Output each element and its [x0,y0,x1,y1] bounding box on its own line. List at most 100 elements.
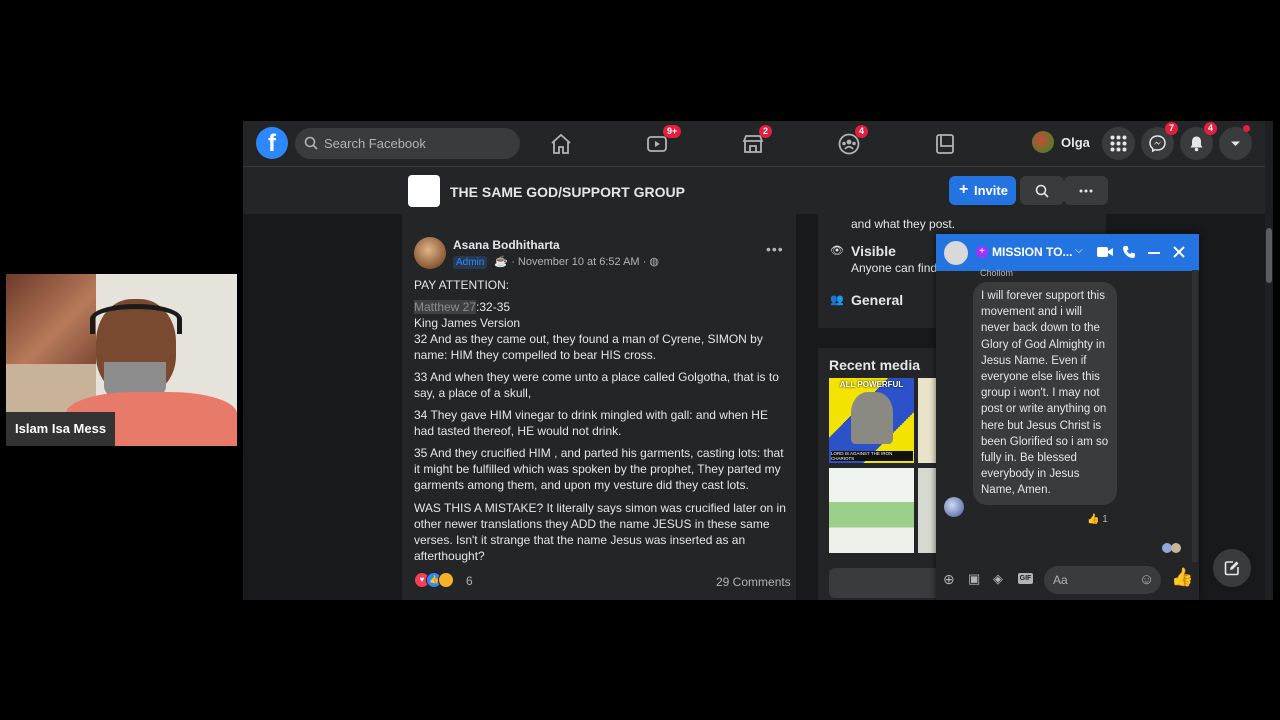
author-name[interactable]: Asana Bodhitharta [453,238,560,252]
compose-icon [1224,561,1239,576]
comments-count[interactable]: 29 Comments [716,575,791,589]
reaction-count: 6 [466,574,473,588]
scrollbar-thumb[interactable] [1266,228,1272,283]
eye-icon: 👁 [830,245,844,257]
groups-nav-button[interactable]: 4 [829,125,869,159]
chat-avatar[interactable] [944,241,968,265]
close-icon[interactable] [1173,246,1185,258]
admin-badge[interactable]: Admin [453,256,488,269]
wall-painting [6,274,96,364]
message-reaction-count: 1 [1102,514,1108,525]
about-partial-text: and what they post. [851,217,956,231]
account-button[interactable] [1219,125,1252,160]
media-thumbnail[interactable]: ALL POWERFUL LORD IS AGAINST THE IRON CH… [829,378,914,463]
watch-badge: 9+ [663,125,682,138]
groups-badge: 4 [855,125,869,138]
message-input[interactable]: Aa ☺ [1044,566,1161,594]
message-sender: Chollom [980,268,1014,278]
notifications-badge: 4 [1203,122,1217,135]
sticker-icon[interactable]: ◈ [993,571,1009,587]
visible-description: Anyone can find [851,261,938,275]
marketplace-badge: 2 [759,125,773,138]
messenger-badge: 7 [1164,122,1178,135]
people-icon: 👥 [830,294,844,306]
post-title-line: PAY ATTENTION: [414,278,510,292]
invite-button[interactable]: + Invite [949,176,1016,205]
verse-33: 33 And when they were come unto a place … [414,370,779,400]
chevron-down-icon[interactable]: ⌵ [1075,245,1083,256]
chat-header[interactable]: + MISSION TO... ⌵ [936,234,1199,271]
group-search-button[interactable] [1020,176,1064,205]
watch-nav-button[interactable]: 9+ [637,125,682,159]
user-name: Olga [1061,135,1090,150]
visible-title: Visible [851,243,896,259]
message-reaction[interactable]: 👍 1 [1087,514,1108,525]
messenger-button[interactable]: 7 [1141,122,1178,160]
marketplace-nav-button[interactable]: 2 [733,125,773,159]
gaming-icon [936,134,954,154]
chat-message-bubble[interactable]: I will forever support this movement and… [973,282,1117,505]
group-title[interactable]: THE SAME GOD/SUPPORT GROUP [450,184,685,200]
headphones [90,304,182,334]
plus-icon: + [959,181,969,198]
scripture-reference: Matthew 27:32-35 [414,299,790,315]
verse-34: 34 They gave HIM vinegar to drink mingle… [414,408,768,438]
group-logo[interactable] [408,175,440,207]
post-meta: Admin ☕ · November 10 at 6:52 AM · ◍ [453,255,659,269]
media-thumbnail[interactable] [829,468,914,553]
menu-button[interactable] [1102,127,1135,160]
photo-icon[interactable]: ▣ [968,571,984,587]
webcam-overlay: Islam Isa Mess [6,274,237,446]
bible-version: King James Version [414,316,521,330]
bell-icon [1190,136,1203,152]
thumbs-up-icon: 👍 [1087,514,1100,525]
more-icon [1079,189,1093,193]
gif-icon[interactable]: GIF [1018,573,1033,584]
post-options-icon[interactable]: ••• [766,241,784,257]
search-icon [1035,184,1049,198]
messenger-icon [1149,135,1166,152]
phone-icon[interactable] [1122,245,1136,259]
globe-icon: ◍ [649,256,659,268]
recent-media-title: Recent media [829,357,921,373]
general-title: General [851,292,904,308]
group-more-button[interactable] [1064,176,1108,205]
reference-highlight[interactable]: Matthew 27 [414,300,477,314]
see-all-button[interactable] [829,568,949,598]
add-circle-icon[interactable]: ⊕ [943,571,959,587]
chat-scrollbar[interactable] [1192,270,1198,562]
search-icon [304,136,318,150]
cup-icon: ☕ [494,256,509,268]
reference-verses: :32-35 [476,300,511,314]
search-placeholder: Search Facebook [324,136,426,151]
sad-reaction-icon [438,572,454,588]
thumbs-up-send-icon[interactable]: 👍 [1171,567,1193,588]
media-thumbnail[interactable] [918,378,936,463]
notifications-button[interactable]: 4 [1180,122,1217,160]
search-input[interactable]: Search Facebook [295,128,520,159]
chevron-down-icon [1231,141,1240,146]
facebook-logo-icon[interactable]: f [256,127,288,159]
account-dot [1243,125,1250,132]
sender-avatar[interactable] [944,497,964,517]
chat-title[interactable]: MISSION TO... [992,245,1072,259]
post-timestamp[interactable]: · November 10 at 6:52 AM · [511,256,646,268]
new-message-button[interactable] [1213,549,1251,587]
post-question: WAS THIS A MISTAKE? It literally says si… [414,501,786,563]
group-header: THE SAME GOD/SUPPORT GROUP + Invite [243,167,1273,214]
scrollbar[interactable] [1265,121,1273,600]
verse-32: 32 And as they came out, they found a ma… [414,332,763,362]
participant-name-label: Islam Isa Mess [6,412,116,446]
top-navigation-bar: f Search Facebook 9+ 2 4 Olga 7 4 [243,121,1273,167]
minimize-icon[interactable] [1148,252,1160,254]
author-avatar[interactable] [414,237,446,269]
message-input-placeholder: Aa [1053,573,1068,587]
home-nav-button[interactable] [541,129,581,159]
video-call-icon[interactable] [1097,246,1113,258]
group-post: Asana Bodhitharta Admin ☕ · November 10 … [402,214,796,600]
media-thumbnail[interactable] [918,468,936,553]
emoji-icon[interactable]: ☺ [1139,571,1154,588]
seen-avatar [1171,543,1181,553]
gaming-nav-button[interactable] [925,129,965,159]
thumbnail-caption-bottom: LORD IS AGAINST THE IRON CHARIOTS [831,451,913,461]
